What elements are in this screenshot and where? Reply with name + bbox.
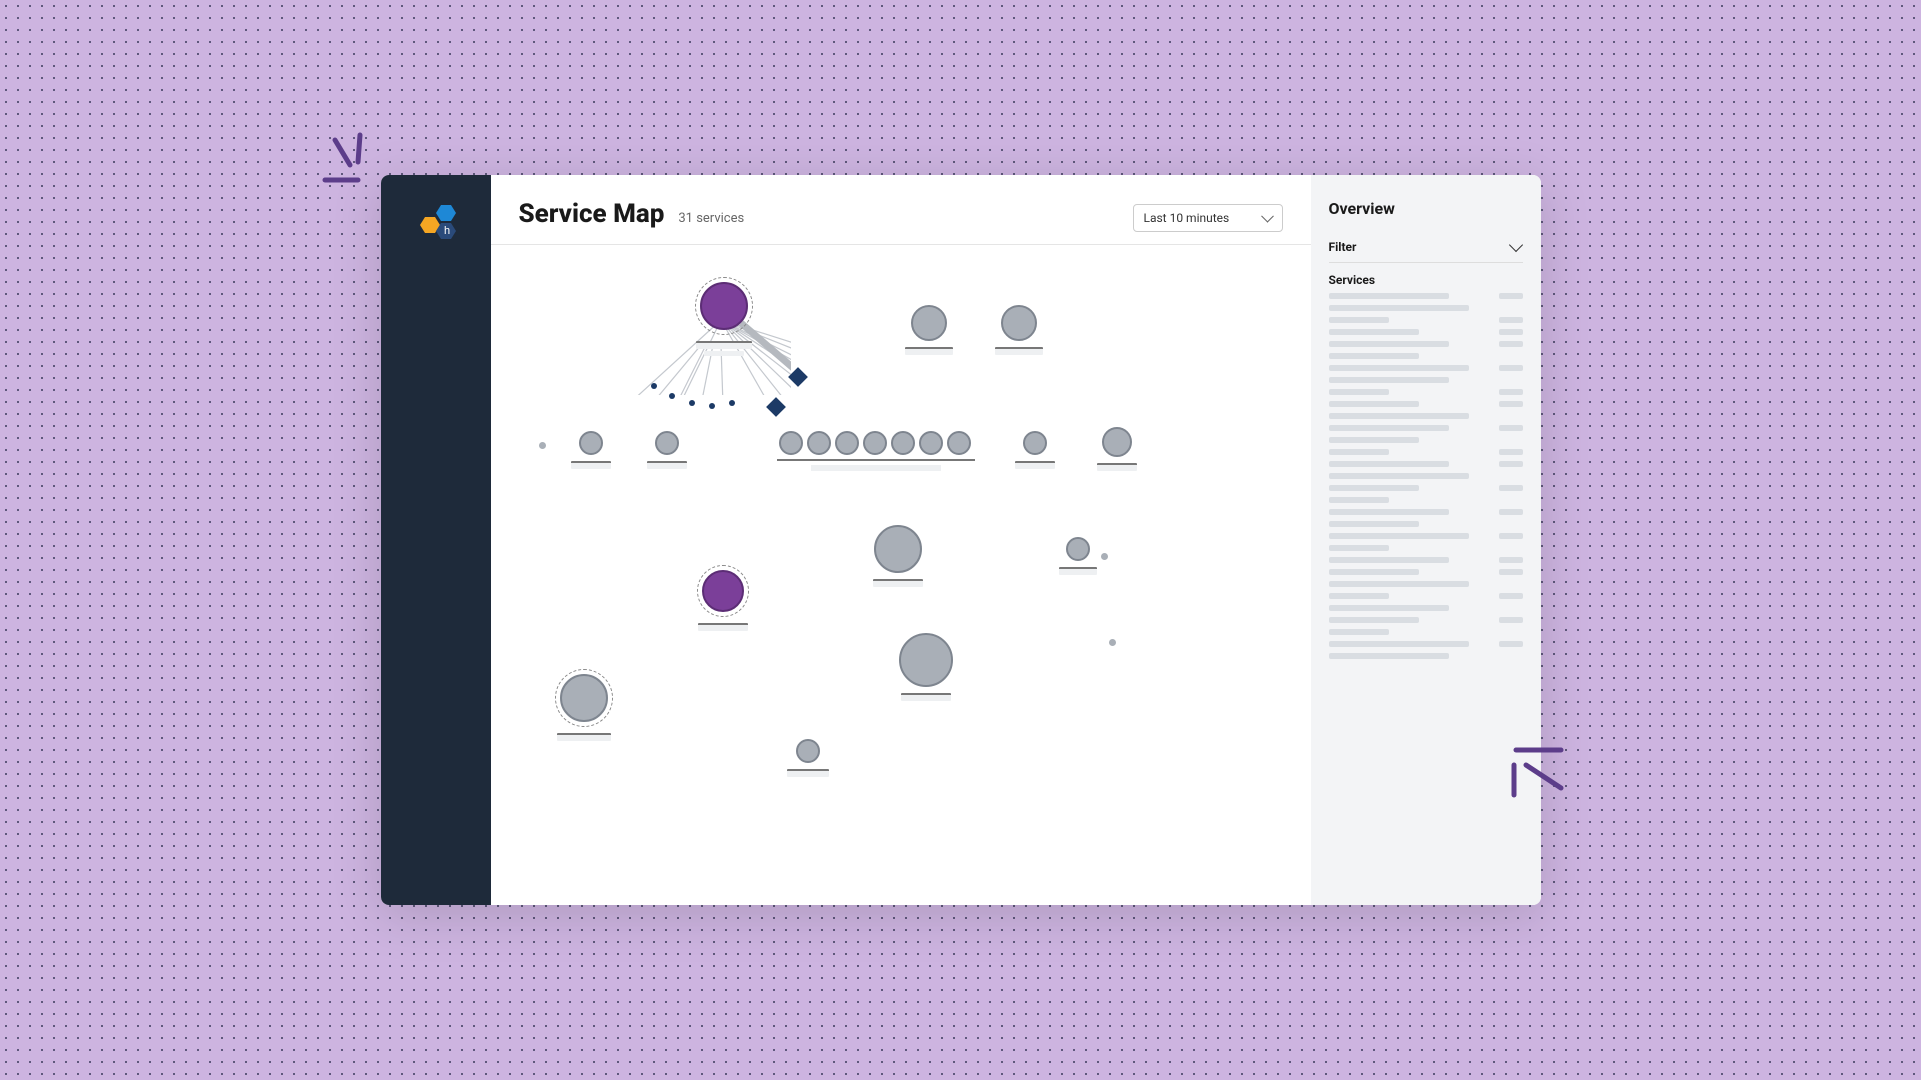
list-item[interactable] [1329, 569, 1523, 575]
event-marker-icon [766, 397, 786, 417]
event-dot-icon [689, 400, 695, 406]
filter-label: Filter [1329, 240, 1357, 254]
service-node[interactable] [905, 305, 953, 355]
list-item[interactable] [1329, 545, 1523, 551]
service-node[interactable] [1109, 639, 1116, 646]
service-node[interactable] [571, 431, 611, 469]
event-dot-icon [729, 400, 735, 406]
left-sidebar: h [381, 175, 491, 905]
service-node[interactable] [863, 431, 887, 455]
service-node[interactable] [835, 431, 859, 455]
list-item[interactable] [1329, 377, 1523, 383]
list-item[interactable] [1329, 329, 1523, 335]
list-item[interactable] [1329, 425, 1523, 431]
time-range-value: Last 10 minutes [1144, 211, 1230, 225]
list-item[interactable] [1329, 605, 1523, 611]
service-node[interactable] [919, 431, 943, 455]
service-node[interactable] [787, 739, 829, 777]
event-marker-icon [788, 367, 808, 387]
list-item[interactable] [1329, 509, 1523, 515]
list-item[interactable] [1329, 413, 1523, 419]
list-item[interactable] [1329, 629, 1523, 635]
list-item[interactable] [1329, 521, 1523, 527]
time-range-select[interactable]: Last 10 minutes [1133, 204, 1283, 232]
list-item[interactable] [1329, 497, 1523, 503]
service-node-purple[interactable] [697, 565, 749, 631]
services-heading: Services [1329, 263, 1523, 293]
list-item[interactable] [1329, 641, 1523, 647]
list-item[interactable] [1329, 557, 1523, 563]
list-item[interactable] [1329, 593, 1523, 599]
cluster-label [777, 459, 975, 461]
service-node[interactable] [899, 633, 953, 701]
list-item[interactable] [1329, 353, 1523, 359]
service-node[interactable] [947, 431, 971, 455]
event-dot-icon [669, 393, 675, 399]
list-item[interactable] [1329, 317, 1523, 323]
list-item[interactable] [1329, 533, 1523, 539]
event-dot-icon [651, 383, 657, 389]
service-node[interactable] [807, 431, 831, 455]
page-title: Service Map [519, 199, 665, 229]
service-count-label: 31 services [678, 211, 744, 226]
list-item[interactable] [1329, 437, 1523, 443]
decorative-accent-bottom-right [1506, 740, 1566, 800]
svg-text:h: h [444, 225, 450, 237]
list-item[interactable] [1329, 365, 1523, 371]
service-node[interactable] [873, 525, 923, 587]
list-item[interactable] [1329, 389, 1523, 395]
list-item[interactable] [1329, 341, 1523, 347]
service-node-primary[interactable] [695, 277, 753, 356]
decorative-accent-top-left [320, 130, 380, 190]
service-node[interactable] [555, 669, 613, 741]
list-item[interactable] [1329, 401, 1523, 407]
chevron-down-icon [1508, 238, 1522, 252]
service-node[interactable] [539, 442, 546, 449]
service-node[interactable] [647, 431, 687, 469]
overview-heading: Overview [1329, 199, 1523, 218]
service-map-canvas[interactable] [491, 245, 1311, 905]
service-node[interactable] [1059, 537, 1097, 575]
service-node[interactable] [1015, 431, 1055, 469]
list-item[interactable] [1329, 581, 1523, 587]
app-window: h Service Map 31 services Last 10 minute… [381, 175, 1541, 905]
cluster-label-sub [811, 465, 941, 471]
list-item[interactable] [1329, 305, 1523, 311]
page-header: Service Map 31 services Last 10 minutes [491, 175, 1311, 245]
list-item[interactable] [1329, 485, 1523, 491]
service-node[interactable] [891, 431, 915, 455]
list-item[interactable] [1329, 617, 1523, 623]
event-dot-icon [709, 403, 715, 409]
app-logo: h [411, 203, 461, 249]
service-node[interactable] [1097, 427, 1137, 471]
service-node[interactable] [995, 305, 1043, 355]
list-item[interactable] [1329, 653, 1523, 659]
list-item[interactable] [1329, 293, 1523, 299]
services-list [1329, 293, 1523, 659]
main-content: Service Map 31 services Last 10 minutes [491, 175, 1311, 905]
list-item[interactable] [1329, 461, 1523, 467]
filter-toggle[interactable]: Filter [1329, 232, 1523, 263]
list-item[interactable] [1329, 473, 1523, 479]
service-node[interactable] [1101, 553, 1108, 560]
service-node[interactable] [779, 431, 803, 455]
list-item[interactable] [1329, 449, 1523, 455]
